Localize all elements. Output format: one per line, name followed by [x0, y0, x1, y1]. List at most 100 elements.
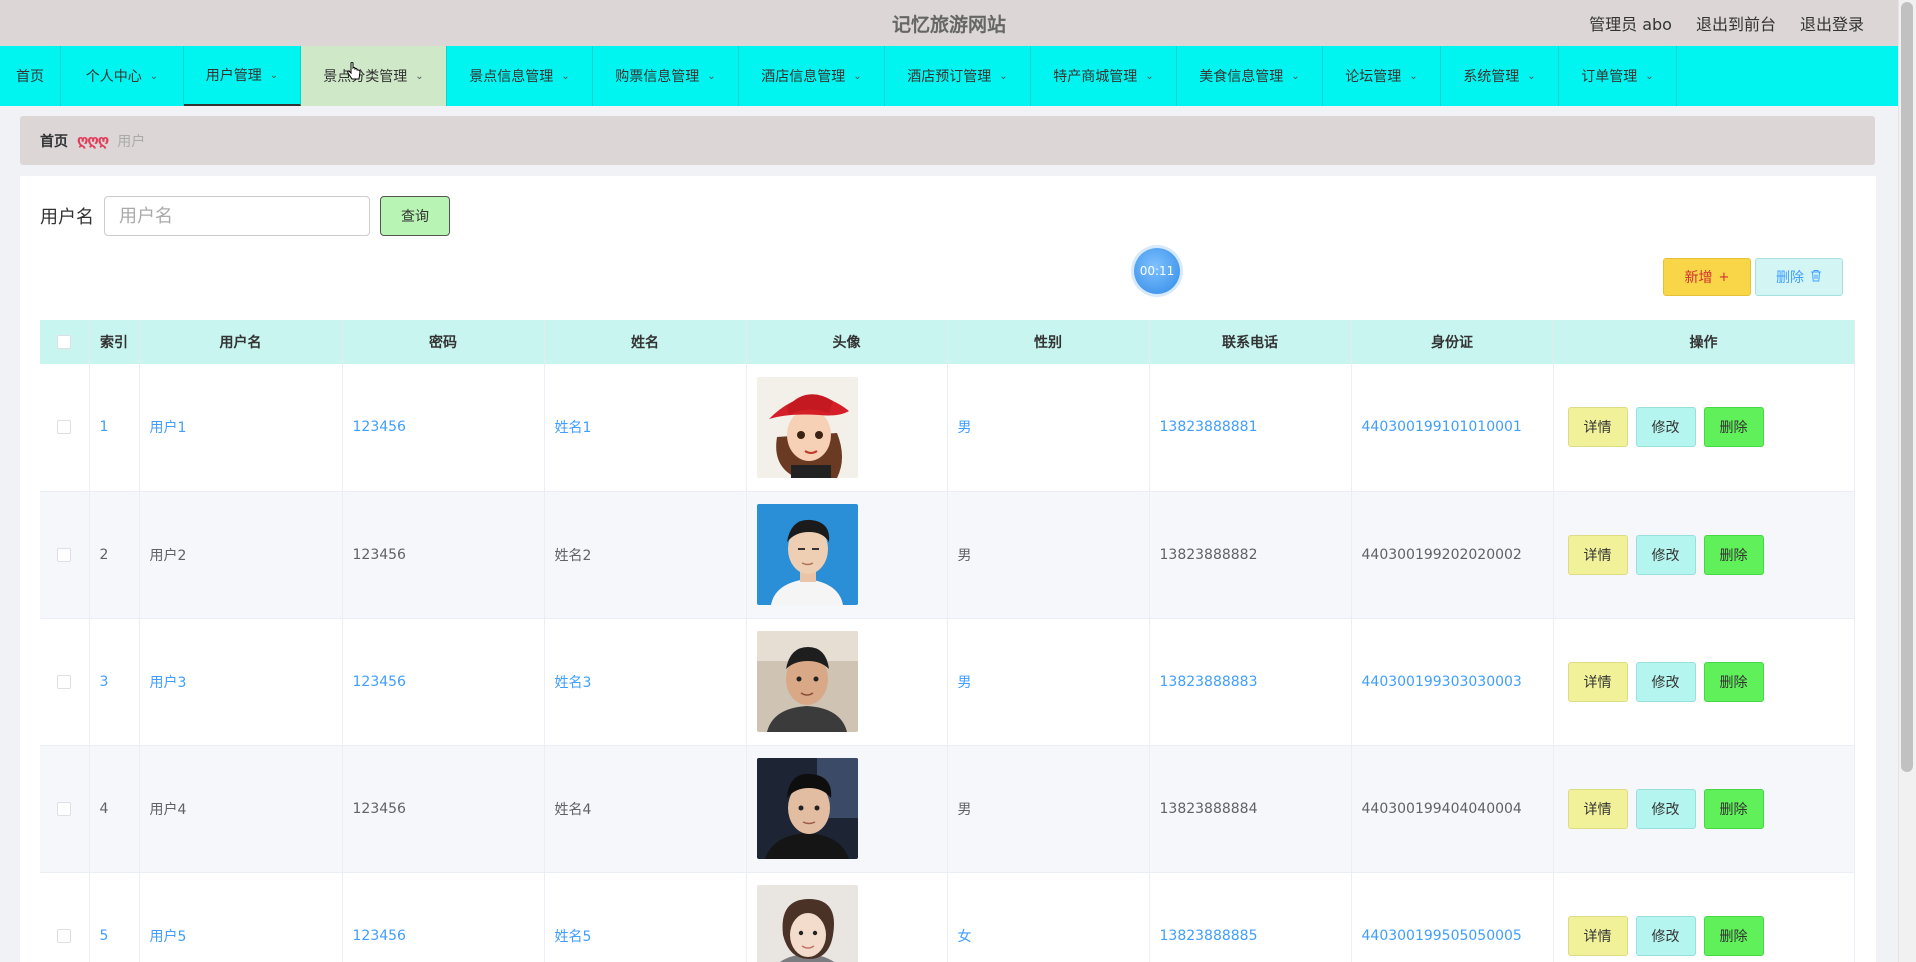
delete-button[interactable]: 删除: [1703, 788, 1764, 829]
cell-name: 姓名2: [554, 547, 592, 564]
edit-button[interactable]: 修改: [1635, 407, 1696, 448]
username-cell: 用户1: [139, 364, 343, 492]
edit-button[interactable]: 修改: [1635, 788, 1696, 829]
delete-button[interactable]: 删除: [1703, 915, 1764, 956]
avatar[interactable]: [756, 376, 858, 478]
nav-item-food-info[interactable]: 美食信息管理 ⌄: [1177, 46, 1323, 106]
avatar[interactable]: [756, 631, 858, 732]
column-header: 姓名: [544, 320, 747, 364]
detail-button[interactable]: 详情: [1567, 534, 1628, 575]
row-checkbox[interactable]: [57, 674, 72, 689]
batch-delete-label: 删除: [1776, 270, 1804, 286]
row-checkbox-cell[interactable]: [40, 872, 90, 962]
cell-index: 1: [99, 419, 109, 436]
phone-cell: 13823888882: [1149, 491, 1352, 619]
avatar[interactable]: [756, 885, 858, 962]
row-checkbox-cell[interactable]: [40, 745, 90, 873]
avatar[interactable]: [756, 504, 858, 605]
breadcrumb-separator: ღღღ: [77, 132, 109, 149]
nav-item-system[interactable]: 系统管理 ⌄: [1441, 46, 1559, 106]
detail-button[interactable]: 详情: [1567, 788, 1628, 829]
column-header: 性别: [947, 320, 1150, 364]
detail-button[interactable]: 详情: [1567, 407, 1628, 448]
row-checkbox[interactable]: [57, 420, 72, 435]
cell-password: 123456: [352, 800, 406, 817]
nav-item-specialty-mall[interactable]: 特产商城管理 ⌄: [1031, 46, 1177, 106]
cell-gender: 男: [957, 547, 972, 564]
add-button[interactable]: 新增 +: [1663, 258, 1751, 296]
nav-item-label: 特产商城管理: [1053, 69, 1138, 85]
cell-id-card: 440300199202020002: [1361, 546, 1522, 563]
index-cell: 1: [89, 364, 140, 492]
id-card-cell: 440300199404040004: [1351, 745, 1554, 873]
delete-button[interactable]: 删除: [1703, 407, 1764, 448]
nav-item-hotel-booking[interactable]: 酒店预订管理 ⌄: [885, 46, 1031, 106]
breadcrumb-current: 用户: [117, 133, 146, 150]
nav-item-personal-center[interactable]: 个人中心 ⌄: [61, 46, 184, 106]
id-card-cell: 440300199101010001: [1351, 364, 1554, 492]
cell-name: 姓名4: [554, 801, 592, 818]
back-to-front-link[interactable]: 退出到前台: [1696, 11, 1776, 35]
row-actions: 详情 修改 删除: [1564, 788, 1854, 829]
cell-phone: 13823888882: [1159, 546, 1258, 563]
detail-button[interactable]: 详情: [1567, 915, 1628, 956]
cell-gender: 男: [957, 674, 972, 691]
breadcrumb-home[interactable]: 首页: [40, 131, 68, 151]
cell-password: 123456: [352, 546, 406, 563]
main-nav: 首页 个人中心 ⌄ 用户管理 ⌄ 景点分类管理 ⌄ 景点信息管理 ⌄ 购票信息管理 ⌄ 酒…: [0, 46, 1898, 106]
cell-username: 用户5: [149, 928, 187, 945]
chevron-down-icon: ⌄: [1291, 70, 1300, 82]
chevron-down-icon: ⌄: [149, 70, 159, 82]
edit-button[interactable]: 修改: [1635, 915, 1696, 956]
delete-button[interactable]: 删除: [1703, 534, 1764, 575]
select-all-checkbox[interactable]: [57, 335, 72, 349]
column-header: 操作: [1553, 320, 1855, 364]
edit-button[interactable]: 修改: [1635, 661, 1696, 702]
username-search-input[interactable]: [104, 196, 370, 236]
nav-item-attraction-category[interactable]: 景点分类管理 ⌄: [301, 46, 447, 106]
cell-id-card: 440300199404040004: [1361, 800, 1522, 817]
delete-button[interactable]: 删除: [1703, 661, 1764, 702]
nav-item-label: 酒店预订管理: [907, 69, 992, 85]
nav-item-user-management[interactable]: 用户管理 ⌄: [184, 46, 301, 106]
nav-item-forum[interactable]: 论坛管理 ⌄: [1323, 46, 1441, 106]
nav-item-attraction-info[interactable]: 景点信息管理 ⌄: [447, 46, 593, 106]
column-header: 索引: [89, 320, 140, 364]
row-checkbox-cell[interactable]: [40, 364, 90, 492]
chevron-down-icon: ⌄: [1409, 70, 1418, 82]
nav-item-label: 美食信息管理: [1199, 69, 1284, 85]
column-header: 用户名: [139, 320, 343, 364]
nav-item-label: 景点信息管理: [469, 69, 554, 85]
username-cell: 用户2: [139, 491, 343, 619]
nav-item-hotel-info[interactable]: 酒店信息管理 ⌄: [739, 46, 885, 106]
detail-button[interactable]: 详情: [1567, 661, 1628, 702]
nav-item-orders[interactable]: 订单管理 ⌄: [1559, 46, 1677, 106]
add-button-label: 新增: [1684, 270, 1713, 286]
id-card-cell: 440300199303030003: [1351, 618, 1554, 746]
username-cell: 用户4: [139, 745, 343, 873]
select-all-checkbox-cell[interactable]: [40, 320, 90, 364]
nav-item-ticket-info[interactable]: 购票信息管理 ⌄: [593, 46, 739, 106]
cell-index: 3: [99, 673, 109, 690]
phone-cell: 13823888883: [1149, 618, 1352, 746]
logout-link[interactable]: 退出登录: [1800, 11, 1864, 35]
cell-index: 4: [99, 800, 109, 817]
edit-button[interactable]: 修改: [1635, 534, 1696, 575]
scrollbar-thumb[interactable]: [1901, 2, 1913, 772]
chevron-down-icon: ⌄: [707, 70, 716, 82]
id-card-cell: 440300199505050005: [1351, 872, 1554, 962]
batch-delete-button[interactable]: 删除: [1755, 258, 1843, 296]
row-checkbox[interactable]: [57, 547, 72, 562]
row-checkbox-cell[interactable]: [40, 618, 90, 746]
nav-item-home[interactable]: 首页: [0, 46, 61, 106]
row-checkbox[interactable]: [57, 801, 72, 816]
cell-id-card: 440300199101010001: [1361, 419, 1522, 436]
query-button[interactable]: 查询: [380, 196, 450, 236]
chevron-down-icon: ⌄: [999, 70, 1008, 82]
row-checkbox[interactable]: [57, 928, 72, 943]
actions-cell: 详情 修改 删除: [1553, 364, 1855, 492]
avatar[interactable]: [756, 758, 858, 859]
row-checkbox-cell[interactable]: [40, 491, 90, 619]
trash-icon: [1810, 269, 1822, 286]
vertical-scrollbar[interactable]: [1898, 0, 1916, 962]
